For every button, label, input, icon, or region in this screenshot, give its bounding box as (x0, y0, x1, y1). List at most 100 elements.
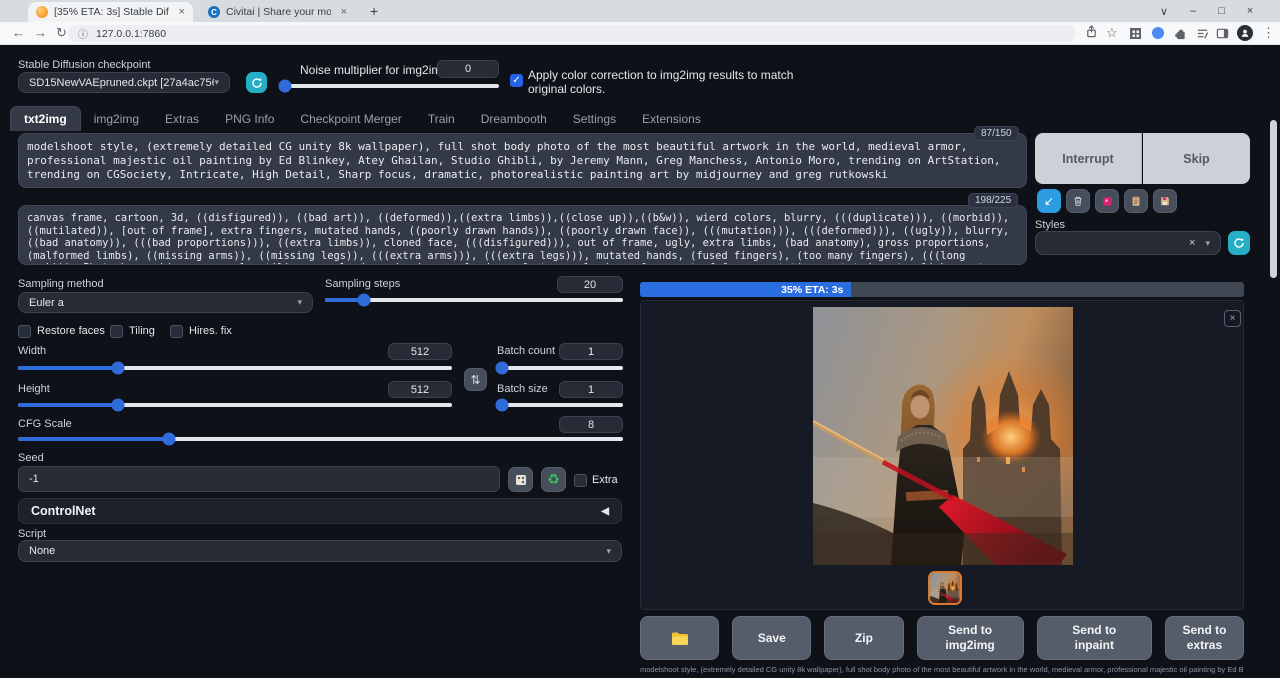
height-input[interactable]: 512 (388, 381, 452, 398)
share-icon[interactable] (1085, 25, 1098, 41)
forward-icon[interactable]: → (34, 25, 47, 40)
skip-button[interactable]: Skip (1143, 133, 1250, 184)
styles-label: Styles (1035, 219, 1065, 231)
window-minimize-icon[interactable]: – (1190, 5, 1196, 17)
new-tab-button[interactable]: + (370, 3, 378, 19)
batch-size-input[interactable]: 1 (559, 381, 623, 398)
save-button[interactable]: Save (732, 616, 811, 660)
bookmark-star-icon[interactable]: ☆ (1106, 25, 1118, 41)
save-style-floppy-button[interactable] (1153, 189, 1177, 213)
checkpoint-dropdown[interactable]: SD15NewVAEpruned.ckpt [27a4ac756c] ▾ (18, 72, 230, 93)
hires-fix-label: Hires. fix (189, 325, 232, 337)
hires-fix-checkbox[interactable] (170, 325, 183, 338)
script-value: None (29, 545, 55, 557)
seed-input[interactable]: -1 (18, 466, 500, 492)
apps-grid-icon[interactable] (1130, 28, 1141, 39)
send-to-img2img-button[interactable]: Send to img2img (917, 616, 1024, 660)
folder-icon (671, 631, 689, 646)
back-icon[interactable]: ← (12, 25, 25, 40)
chevron-down-icon: ▾ (1205, 238, 1210, 249)
sampling-method-dropdown[interactable]: Euler a ▾ (18, 292, 313, 313)
random-seed-dice-button[interactable] (508, 467, 533, 492)
window-close-icon[interactable]: × (1247, 5, 1253, 17)
profile-avatar[interactable] (1237, 25, 1253, 41)
zip-button[interactable]: Zip (824, 616, 903, 660)
tab-extensions[interactable]: Extensions (629, 107, 714, 131)
swap-dimensions-button[interactable]: ⇅ (464, 368, 487, 391)
gallery-thumbnail-selected[interactable] (928, 571, 962, 605)
reload-icon[interactable]: ↻ (56, 25, 67, 41)
prompt-textarea[interactable]: modelshoot style, (extremely detailed CG… (18, 133, 1027, 188)
open-output-folder-button[interactable] (640, 616, 719, 660)
window-chevron-icon[interactable]: ∨ (1160, 5, 1168, 18)
tiling-checkbox[interactable] (110, 325, 123, 338)
progress-text: 35% ETA: 3s (781, 284, 843, 296)
sampling-steps-input[interactable]: 20 (557, 276, 623, 293)
controlnet-accordion[interactable]: ControlNet ◀ (18, 498, 622, 524)
browser-tab-stable-diffusion[interactable]: [35% ETA: 3s] Stable Diffusion × (28, 2, 193, 22)
batch-size-slider[interactable] (497, 403, 623, 407)
noise-multiplier-input[interactable]: 0 (437, 60, 499, 78)
tab-txt2img[interactable]: txt2img (10, 106, 81, 131)
tab-close-icon[interactable]: × (179, 6, 185, 18)
send-to-extras-button[interactable]: Send to extras (1165, 616, 1244, 660)
page-scrollbar[interactable] (1270, 120, 1277, 278)
extra-networks-palette-button[interactable] (1095, 189, 1119, 213)
generated-image[interactable] (813, 307, 1073, 565)
tab-title: [35% ETA: 3s] Stable Diffusion (54, 6, 169, 18)
tab-close-icon[interactable]: × (341, 6, 347, 18)
cfg-scale-slider[interactable] (18, 437, 623, 441)
color-correction-checkbox[interactable]: ✓ (510, 74, 523, 87)
paste-generation-params-button[interactable]: ↙ (1037, 189, 1061, 213)
tab-dreambooth[interactable]: Dreambooth (468, 107, 560, 131)
sampling-steps-slider[interactable] (325, 298, 623, 302)
width-label: Width (18, 345, 46, 357)
send-to-inpaint-button[interactable]: Send to inpaint (1037, 616, 1152, 660)
window-maximize-icon[interactable]: □ (1218, 5, 1225, 17)
address-bar[interactable]: ⓘ 127.0.0.1:7860 (68, 25, 1076, 42)
styles-dropdown[interactable]: × ▾ (1035, 231, 1221, 255)
extra-seed-checkbox[interactable] (574, 474, 587, 487)
batch-count-label: Batch count (497, 345, 555, 357)
puzzle-extensions-icon[interactable] (1174, 27, 1187, 43)
color-correction-label: Apply color correction to img2img result… (528, 68, 793, 82)
tab-train[interactable]: Train (415, 107, 468, 131)
tab-checkpoint-merger[interactable]: Checkpoint Merger (287, 107, 414, 131)
color-correction-label-line2: original colors. (528, 82, 605, 96)
tab-settings[interactable]: Settings (560, 107, 629, 131)
close-preview-icon[interactable]: × (1224, 310, 1241, 327)
url-text: 127.0.0.1:7860 (96, 28, 166, 40)
reading-list-icon[interactable] (1196, 27, 1209, 43)
sampling-steps-label: Sampling steps (325, 278, 400, 290)
extension-blue-icon[interactable] (1152, 27, 1164, 39)
height-slider[interactable] (18, 403, 452, 407)
browser-tab-civitai[interactable]: C Civitai | Share your models × (200, 2, 355, 22)
reuse-seed-recycle-button[interactable]: ♻ (541, 467, 566, 492)
batch-count-slider[interactable] (497, 366, 623, 370)
prompt-token-counter: 87/150 (974, 126, 1019, 141)
width-input[interactable]: 512 (388, 343, 452, 360)
tab-extras[interactable]: Extras (152, 107, 212, 131)
interrupt-button[interactable]: Interrupt (1035, 133, 1142, 184)
cfg-scale-input[interactable]: 8 (559, 416, 623, 433)
negative-prompt-textarea[interactable]: canvas frame, cartoon, 3d, ((disfigured)… (18, 205, 1027, 265)
browser-menu-icon[interactable]: ⋮ (1262, 25, 1275, 41)
browser-toolbar: ← → ↻ ⓘ 127.0.0.1:7860 ☆ ⋮ (0, 22, 1280, 45)
script-dropdown[interactable]: None ▾ (18, 540, 622, 562)
clear-styles-icon[interactable]: × (1189, 237, 1195, 249)
side-panel-icon[interactable] (1216, 27, 1229, 43)
restore-faces-checkbox[interactable] (18, 325, 31, 338)
styles-refresh-button[interactable] (1228, 231, 1250, 255)
checkpoint-refresh-button[interactable] (246, 72, 267, 93)
tab-img2img[interactable]: img2img (81, 107, 152, 131)
site-info-icon[interactable]: ⓘ (78, 26, 88, 41)
clear-prompt-trash-button[interactable] (1066, 189, 1090, 213)
noise-multiplier-slider[interactable] (281, 84, 499, 88)
tab-png-info[interactable]: PNG Info (212, 107, 287, 131)
width-slider[interactable] (18, 366, 452, 370)
apply-style-clipboard-button[interactable] (1124, 189, 1148, 213)
generation-info-text: modelshoot style, (extremely detailed CG… (640, 665, 1244, 678)
accordion-collapse-icon: ◀ (601, 506, 609, 517)
output-button-row: Save Zip Send to img2img Send to inpaint… (640, 616, 1244, 660)
batch-count-input[interactable]: 1 (559, 343, 623, 360)
